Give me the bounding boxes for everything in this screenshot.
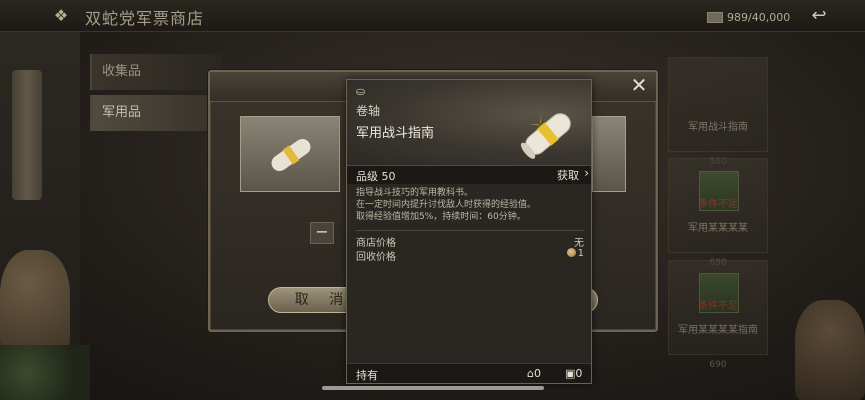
inventory-count-value: 0 bbox=[533, 367, 541, 380]
chevron-right-icon: › bbox=[584, 166, 589, 180]
back-button[interactable]: ↩ bbox=[798, 3, 840, 29]
description-line: 在一定时间内提升讨伐敌人时获得的经验值。 bbox=[356, 200, 537, 210]
close-x-icon[interactable]: ✕ bbox=[626, 72, 652, 98]
quantity-minus-button[interactable]: − bbox=[310, 222, 334, 244]
sell-price-value-wrap: 1 bbox=[566, 248, 584, 259]
shop-price-row: 商店价格 无 bbox=[356, 234, 584, 249]
hold-label: 持有 bbox=[356, 369, 378, 382]
hold-bar: 持有 ⌂0 ▣0 bbox=[347, 363, 591, 383]
scroll-icon bbox=[520, 113, 571, 159]
sell-price-label: 回收价格 bbox=[356, 252, 396, 263]
shop-item-price: 690 bbox=[709, 360, 727, 370]
currency-value: 989/40,000 bbox=[727, 10, 791, 24]
shop-item-card[interactable]: 条件不足 军用某某某某指南 690 bbox=[668, 260, 768, 370]
armoury-count: ▣0 bbox=[565, 367, 583, 380]
armoury-count-value: 0 bbox=[575, 367, 583, 380]
category-tab-military[interactable]: 军用品 bbox=[90, 95, 222, 131]
description-line: 指导战斗技巧的军用教科书。 bbox=[356, 188, 474, 198]
sell-price-row: 回收价格 1 bbox=[356, 248, 584, 263]
category-label: 军用品 bbox=[102, 105, 142, 120]
item-level-row: 品级 50 获取 › bbox=[347, 166, 591, 184]
scroll-category-icon: ⛀ bbox=[356, 85, 366, 98]
emblem-icon: ❖ bbox=[53, 6, 69, 25]
shop-item-card[interactable]: 条件不足 军用某某某某 690 bbox=[668, 158, 768, 268]
category-label: 收集品 bbox=[102, 64, 142, 79]
shop-item-name: 军用战斗指南 bbox=[688, 122, 748, 133]
plant-decoration bbox=[0, 345, 90, 400]
gil-coin-icon bbox=[566, 248, 576, 257]
shop-item-name: 军用某某某某指南 bbox=[678, 325, 758, 336]
condition-status: 条件不足 bbox=[698, 199, 738, 210]
inventory-count: ⌂0 bbox=[527, 367, 541, 380]
item-level: 品级 50 bbox=[356, 170, 396, 183]
sell-price-value: 1 bbox=[577, 248, 584, 259]
item-type: 卷轴 bbox=[356, 104, 381, 118]
lamp-post-decoration bbox=[12, 70, 42, 200]
category-tab-collectibles[interactable]: 收集品 bbox=[90, 54, 222, 90]
tooltip-header: ⛀ 卷轴 军用战斗指南 bbox=[347, 80, 591, 166]
shop-price-value: 无 bbox=[574, 238, 584, 249]
item-name: 军用战斗指南 bbox=[356, 126, 435, 141]
shop-item-name: 军用某某某某 bbox=[688, 223, 748, 234]
scroll-icon bbox=[271, 138, 311, 172]
acquire-link[interactable]: 获取 bbox=[557, 167, 579, 183]
item-tooltip: ⛀ 卷轴 军用战斗指南 品级 50 获取 › 指导战斗技巧的军用教科书。 在一定… bbox=[346, 79, 592, 384]
dialog-item-slot bbox=[240, 116, 340, 192]
shop-item-card[interactable]: 军用战斗指南 500 bbox=[668, 57, 768, 167]
currency-display: 989/40,000 bbox=[707, 9, 790, 25]
top-bar: ❖ 双蛇党军票商店 989/40,000 ↩ bbox=[0, 0, 865, 32]
home-indicator[interactable] bbox=[322, 386, 544, 390]
page-title: 双蛇党军票商店 bbox=[85, 9, 205, 28]
sack-decoration-right bbox=[795, 300, 865, 400]
divider bbox=[356, 230, 584, 231]
item-description: 指导战斗技巧的军用教科书。 在一定时间内提升讨伐敌人时获得的经验值。 取得经验值… bbox=[356, 187, 584, 223]
sack-decoration bbox=[0, 250, 70, 360]
condition-status: 条件不足 bbox=[698, 301, 738, 312]
description-line: 取得经验值增加5%，持续时间：60分钟。 bbox=[356, 212, 526, 222]
ticket-icon bbox=[707, 11, 723, 23]
dialog-item-slot-right bbox=[592, 116, 626, 192]
